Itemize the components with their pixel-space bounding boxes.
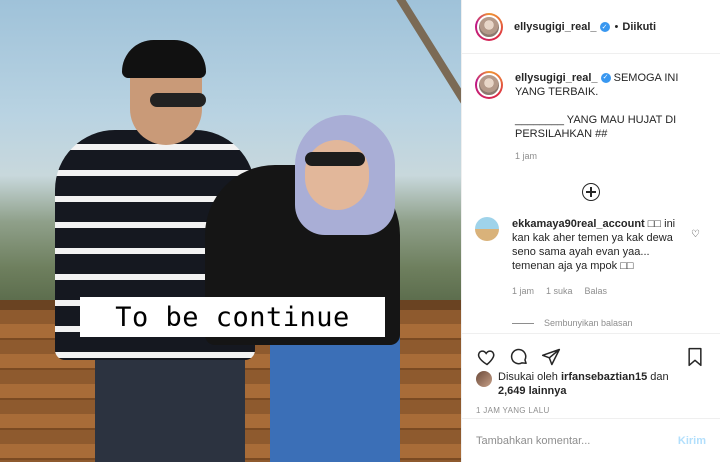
post-timestamp: 1 JAM YANG LALU [476, 406, 550, 415]
woman-sunglasses [305, 152, 365, 166]
caption-username[interactable]: ellysugigi_real_ [515, 72, 598, 84]
likes-count-button[interactable]: 2,649 lainnya [498, 385, 567, 397]
man-jeans [95, 350, 245, 462]
likes-prefix: Disukai oleh [498, 371, 558, 383]
load-more-comments[interactable] [462, 183, 720, 201]
hide-replies-label: Sembunyikan balasan [544, 318, 633, 328]
woman-jeans [270, 335, 400, 462]
post-actions: Disukai oleh irfansebaztian15 dan 2,649 … [462, 333, 720, 419]
hide-replies-button[interactable]: Sembunyikan balasan [512, 318, 720, 328]
liker-avatar[interactable] [476, 371, 492, 387]
post-caption: ellysugigi_real_ ✓ SEMOGA INI YANG TERBAI… [462, 55, 720, 163]
post-photo[interactable]: To be continue [0, 0, 461, 462]
following-button[interactable]: Diikuti [622, 21, 656, 33]
like-comment-heart-icon[interactable]: ♡ [691, 229, 700, 240]
comments-section[interactable]: ellysugigi_real_ ✓ SEMOGA INI YANG TERBAI… [462, 55, 720, 333]
author-avatar[interactable] [475, 12, 503, 41]
bookmark-icon[interactable] [684, 346, 706, 368]
author-username[interactable]: ellysugigi_real_ [514, 21, 597, 33]
likes-summary: Disukai oleh irfansebaztian15 dan 2,649 … [462, 370, 720, 398]
caption-time: 1 jam [515, 151, 538, 161]
comment-time: 1 jam [512, 286, 535, 296]
send-comment-button[interactable]: Kirim [678, 435, 706, 447]
reply-button[interactable]: Balas [585, 284, 608, 298]
comment-likes[interactable]: 1 suka [546, 284, 573, 298]
woman-face [305, 140, 369, 210]
commenter-username[interactable]: ekkamaya90real_account [512, 218, 645, 230]
post-side-panel: ellysugigi_real_ ✓ • Diikuti ellysugigi_… [461, 0, 720, 462]
caption-avatar[interactable] [475, 71, 503, 99]
comment-item: ekkamaya90real_account □□ ini kan kak ah… [462, 201, 720, 298]
overlay-caption: To be continue [80, 297, 385, 337]
commenter-avatar[interactable] [475, 217, 499, 241]
verified-badge-icon: ✓ [599, 21, 610, 32]
share-icon[interactable] [540, 346, 562, 368]
man-sunglasses [150, 93, 206, 107]
separator-dot: • [614, 20, 619, 33]
add-comment-bar: Kirim [462, 418, 720, 462]
comment-input[interactable] [476, 434, 678, 447]
verified-badge-icon: ✓ [600, 73, 611, 84]
comment-icon[interactable] [508, 346, 530, 368]
liker-username[interactable]: irfansebaztian15 [561, 371, 647, 383]
divider-line [512, 322, 534, 324]
rope [390, 0, 461, 118]
plus-circle-icon[interactable] [582, 183, 600, 201]
man-hair [122, 40, 206, 78]
post-header: ellysugigi_real_ ✓ • Diikuti [462, 0, 720, 54]
likes-and: dan [650, 371, 669, 383]
heart-icon[interactable] [476, 346, 498, 368]
